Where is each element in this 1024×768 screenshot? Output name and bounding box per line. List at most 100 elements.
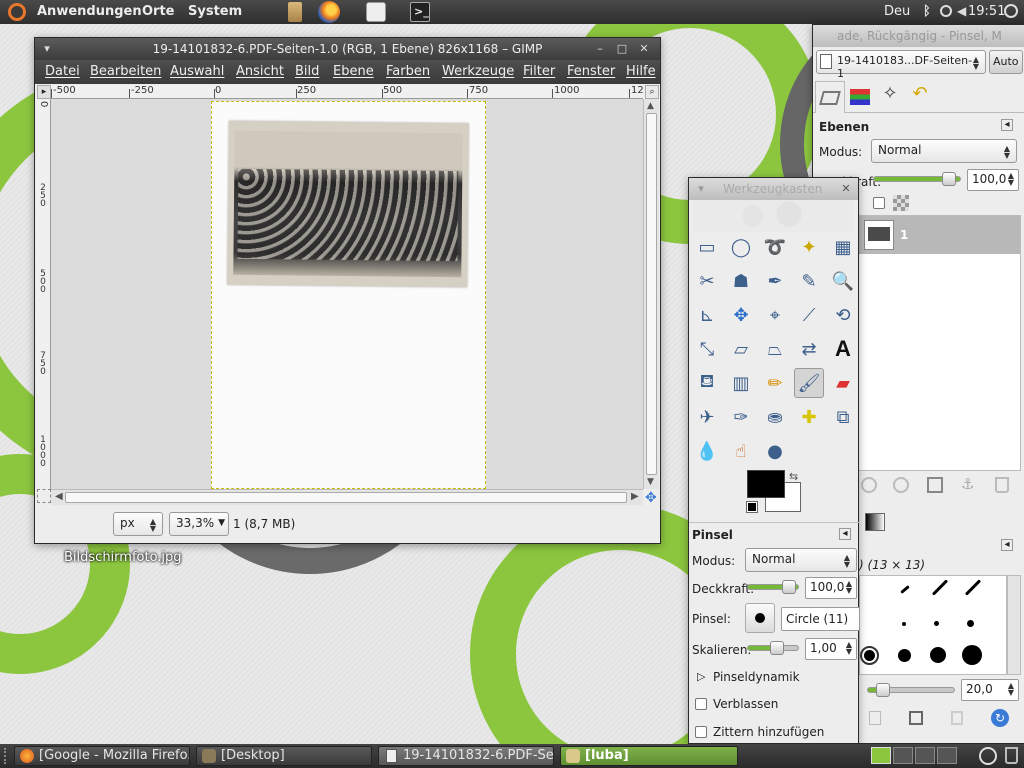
canvas-area[interactable] — [51, 99, 643, 489]
taskbar-item-gimp[interactable]: 19-14101832-6.PDF-Sei... — [378, 746, 554, 766]
bucket-fill-icon[interactable]: ⛾ — [692, 368, 722, 398]
spacing-slider[interactable] — [867, 683, 955, 697]
menu-help[interactable]: Hilfe — [626, 64, 656, 79]
flip-icon[interactable]: ⇄ — [794, 334, 824, 364]
opacity-slider[interactable] — [873, 172, 961, 186]
scale-spin[interactable]: 1,00 ▲ ▼ — [805, 638, 857, 660]
swap-colors-icon[interactable]: ⇆ — [789, 470, 798, 483]
keyboard-layout[interactable]: Deu — [884, 4, 910, 19]
rect-select-icon[interactable]: ▭ — [692, 232, 722, 262]
navigate-icon[interactable]: ⌕ — [645, 85, 659, 99]
text-icon[interactable]: A — [828, 334, 858, 364]
brush-opacity-spin[interactable]: 100,0 ▲ ▼ — [805, 577, 857, 599]
menu-view[interactable]: Ansicht — [236, 64, 284, 79]
taskbar-item-luba[interactable]: [luba] — [560, 746, 738, 766]
heal-icon[interactable]: ✚ — [794, 402, 824, 432]
dodge-burn-icon[interactable]: ● — [760, 436, 790, 466]
horizontal-scrollbar[interactable]: ◀ ▶ — [51, 489, 643, 505]
airbrush-icon[interactable]: ✈ — [692, 402, 722, 432]
dock-config-icon[interactable]: ◂ — [1001, 119, 1013, 131]
color-select-icon[interactable]: ▦ — [828, 232, 858, 262]
auto-button[interactable]: Auto — [989, 50, 1023, 74]
anchor-layer-icon[interactable]: ⚓ — [961, 475, 974, 493]
align-icon[interactable]: ⌖ — [760, 300, 790, 330]
clock[interactable]: 19:51 — [968, 4, 1005, 19]
new-layer-icon[interactable] — [861, 477, 877, 493]
lock-pixels-checkbox[interactable] — [873, 197, 885, 209]
taskbar-item-firefox[interactable]: [Google - Mozilla Firefo... — [14, 746, 190, 766]
dynamics-expander[interactable]: Pinseldynamik — [713, 670, 800, 684]
menu-filters[interactable]: Filter — [523, 64, 555, 79]
clone-icon[interactable]: ⛂ — [760, 402, 790, 432]
menu-edit[interactable]: Bearbeiten — [90, 64, 161, 79]
network-icon[interactable] — [940, 5, 952, 17]
zoom-select[interactable]: 33,3% ▼ — [169, 512, 229, 536]
quickmask-toggle[interactable] — [37, 489, 51, 503]
brushes-config-icon[interactable]: ◂ — [1001, 539, 1013, 551]
scale-slider[interactable] — [747, 641, 799, 655]
measure-icon[interactable]: ⊾ — [692, 300, 722, 330]
menu-colors[interactable]: Farben — [386, 64, 430, 79]
perspective-icon[interactable]: ⏢ — [760, 334, 790, 364]
bluetooth-icon[interactable]: ᛒ — [923, 4, 931, 19]
jitter-checkbox[interactable] — [695, 726, 707, 738]
show-desktop-icon[interactable] — [4, 748, 12, 764]
move-nav-icon[interactable]: ✥ — [645, 490, 657, 506]
workspace-1[interactable] — [871, 747, 891, 764]
crop-icon[interactable]: ⟋ — [794, 300, 824, 330]
menu-file[interactable]: Datei — [45, 64, 80, 79]
menu-select[interactable]: Auswahl — [170, 64, 224, 79]
brush-name-field[interactable]: Circle (11) — [781, 607, 860, 631]
vertical-ruler[interactable]: 0 250 500 750 1000 — [37, 99, 51, 489]
workspace-3[interactable] — [915, 747, 935, 764]
brush-opacity-slider[interactable] — [747, 580, 799, 594]
minimize-button[interactable]: – — [592, 42, 608, 56]
eraser-icon[interactable]: ▰ — [828, 368, 858, 398]
menu-windows[interactable]: Fenster — [567, 64, 615, 79]
scroll-thumb[interactable] — [65, 492, 627, 503]
scroll-thumb[interactable] — [646, 113, 657, 475]
color-picker-icon[interactable]: ✎ — [794, 266, 824, 296]
expander-arrow-icon[interactable]: ▷ — [697, 670, 705, 683]
desktop-file-label[interactable]: Bildschirmfoto.jpg — [64, 550, 182, 565]
foreground-color-swatch[interactable] — [747, 470, 785, 498]
duplicate-brush-icon[interactable] — [909, 711, 923, 725]
brush-mode-select[interactable]: Normal ▲ ▼ — [745, 548, 857, 572]
shutdown-icon[interactable] — [979, 747, 997, 765]
menu-layer[interactable]: Ebene — [333, 64, 374, 79]
taskbar-item-desktop[interactable]: [Desktop] — [196, 746, 372, 766]
free-select-icon[interactable]: ➰ — [760, 232, 790, 262]
lock-alpha-icon[interactable] — [893, 195, 909, 211]
fade-checkbox[interactable] — [695, 698, 707, 710]
unit-select[interactable]: px ▲ ▼ — [113, 512, 163, 536]
paintbrush-icon[interactable]: 🖌 — [794, 368, 824, 398]
notes-icon[interactable] — [366, 2, 386, 22]
dock-titlebar[interactable]: ade, Rückgängig - Pinsel, M — [813, 25, 1024, 47]
delete-layer-icon[interactable] — [995, 477, 1009, 493]
image-select[interactable]: 19-1410183...DF-Seiten-1 ▲ ▼ — [816, 50, 986, 80]
layer-mode-select[interactable]: Normal ▲ ▼ — [871, 139, 1017, 163]
foreground-select-icon[interactable]: ☗ — [726, 266, 756, 296]
menu-places[interactable]: Orte — [142, 4, 175, 19]
file-manager-icon[interactable] — [288, 2, 302, 22]
tool-options-config-icon[interactable]: ◂ — [839, 528, 851, 540]
scissors-icon[interactable]: ✂ — [692, 266, 722, 296]
window-menu-icon[interactable]: ▾ — [39, 42, 55, 56]
menu-tools[interactable]: Werkzeuge — [442, 64, 514, 79]
opacity-spin[interactable]: 100,0 ▲ ▼ — [967, 169, 1019, 191]
menu-image[interactable]: Bild — [295, 64, 319, 79]
toolbox-close-button[interactable]: ✕ — [838, 182, 854, 196]
toolbox-menu-icon[interactable]: ▾ — [693, 182, 709, 196]
ellipse-select-icon[interactable]: ◯ — [726, 232, 756, 262]
paths-icon[interactable]: ✒ — [760, 266, 790, 296]
power-icon[interactable] — [1004, 4, 1018, 18]
volume-icon[interactable]: ◀ — [957, 4, 966, 18]
tab-layers[interactable] — [815, 81, 845, 113]
default-colors-icon[interactable] — [746, 501, 758, 513]
brush-preview-button[interactable] — [745, 603, 775, 633]
window-titlebar[interactable]: 19-14101832-6.PDF-Seiten-1.0 (RGB, 1 Ebe… — [35, 38, 660, 60]
zoom-icon[interactable]: 🔍 — [828, 266, 858, 296]
smudge-icon[interactable]: ☝ — [726, 436, 756, 466]
brush-scrollbar[interactable] — [1007, 575, 1021, 675]
trash-icon[interactable] — [1005, 747, 1018, 764]
